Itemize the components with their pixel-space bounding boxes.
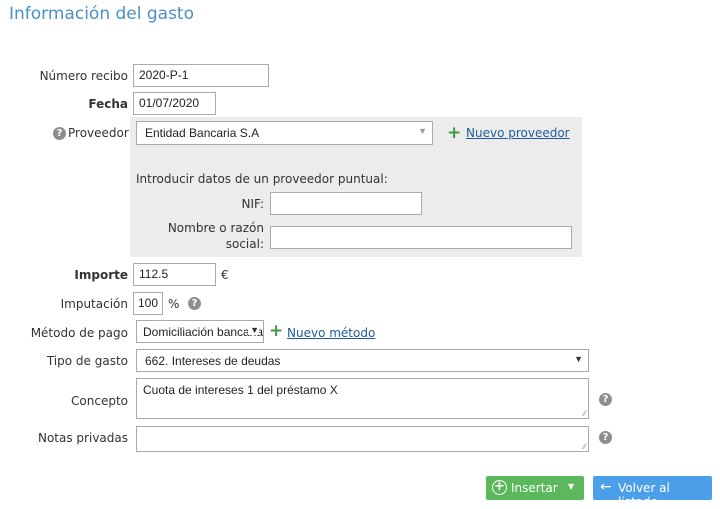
metodo-pago-select[interactable]: Domiciliación bancaria ▼ xyxy=(136,320,264,343)
arrow-left-icon: ← xyxy=(600,479,612,495)
insertar-label: Insertar xyxy=(511,481,558,495)
numero-recibo-label: Número recibo xyxy=(39,69,128,83)
tipo-gasto-label: Tipo de gasto xyxy=(46,354,128,368)
metodo-pago-label: Método de pago xyxy=(30,326,128,340)
proveedor-puntual-heading: Introducir datos de un proveedor puntual… xyxy=(136,172,388,186)
fecha-label: Fecha xyxy=(88,97,128,111)
resize-handle-icon[interactable]: ∕∕ xyxy=(583,442,586,451)
help-icon[interactable]: ? xyxy=(53,127,66,140)
metodo-pago-select-value: Domiciliación bancaria xyxy=(143,325,264,339)
volver-listado-button[interactable]: ← Volver al listado xyxy=(593,476,712,509)
nuevo-proveedor-link[interactable]: Nuevo proveedor xyxy=(466,126,570,140)
nombre-razon-label-line2: social: xyxy=(225,237,264,251)
plus-circle-icon: + xyxy=(492,480,507,495)
tipo-gasto-select-value: 662. Intereses de deudas xyxy=(145,354,281,368)
nombre-razon-label: Nombre o razón social: xyxy=(150,220,264,252)
proveedor-select[interactable]: Entidad Bancaria S.A ▼ xyxy=(136,121,433,145)
imputacion-unit: % xyxy=(168,297,180,311)
imputacion-input[interactable]: 100 xyxy=(133,292,163,315)
importe-label: Importe xyxy=(74,268,128,282)
nombre-razon-input[interactable] xyxy=(270,226,572,249)
fecha-input[interactable]: 01/07/2020 xyxy=(133,92,216,115)
imputacion-label: Imputación xyxy=(60,297,128,311)
proveedor-label: Proveedor xyxy=(68,126,129,140)
numero-recibo-input[interactable]: 2020-P-1 xyxy=(133,64,269,87)
help-icon[interactable]: ? xyxy=(599,393,612,406)
help-icon[interactable]: ? xyxy=(188,297,201,310)
dropdown-arrow-icon: ▼ xyxy=(574,354,583,364)
importe-unit: € xyxy=(221,268,229,282)
volver-listado-label: Volver al listado xyxy=(618,481,670,509)
concepto-textarea-value: Cuota de intereses 1 del préstamo X xyxy=(143,383,338,397)
help-icon[interactable]: ? xyxy=(599,431,612,444)
nuevo-metodo-link[interactable]: Nuevo método xyxy=(287,326,375,340)
proveedor-select-value: Entidad Bancaria S.A xyxy=(145,126,260,140)
tipo-gasto-select[interactable]: 662. Intereses de deudas ▼ xyxy=(136,349,589,372)
insertar-button[interactable]: + Insertar ▼ xyxy=(486,476,584,500)
notas-privadas-label: Notas privadas xyxy=(37,431,128,445)
page-title: Información del gasto xyxy=(9,4,194,24)
resize-handle-icon[interactable]: ∕∕ xyxy=(583,409,586,418)
insertar-dropdown-icon[interactable]: ▼ xyxy=(568,482,574,491)
concepto-textarea[interactable]: Cuota de intereses 1 del préstamo X ∕∕ xyxy=(136,378,589,419)
concepto-label: Concepto xyxy=(71,394,128,408)
nif-label: NIF: xyxy=(241,197,264,211)
importe-input[interactable]: 112.5 xyxy=(133,263,216,286)
dropdown-arrow-icon: ▼ xyxy=(248,325,259,335)
nif-input[interactable] xyxy=(270,192,422,215)
dropdown-arrow-icon: ▼ xyxy=(418,126,427,136)
plus-icon[interactable]: + xyxy=(269,323,283,340)
plus-icon[interactable]: + xyxy=(447,125,461,142)
notas-privadas-textarea[interactable]: ∕∕ xyxy=(136,426,589,452)
nombre-razon-label-line1: Nombre o razón xyxy=(167,221,264,235)
